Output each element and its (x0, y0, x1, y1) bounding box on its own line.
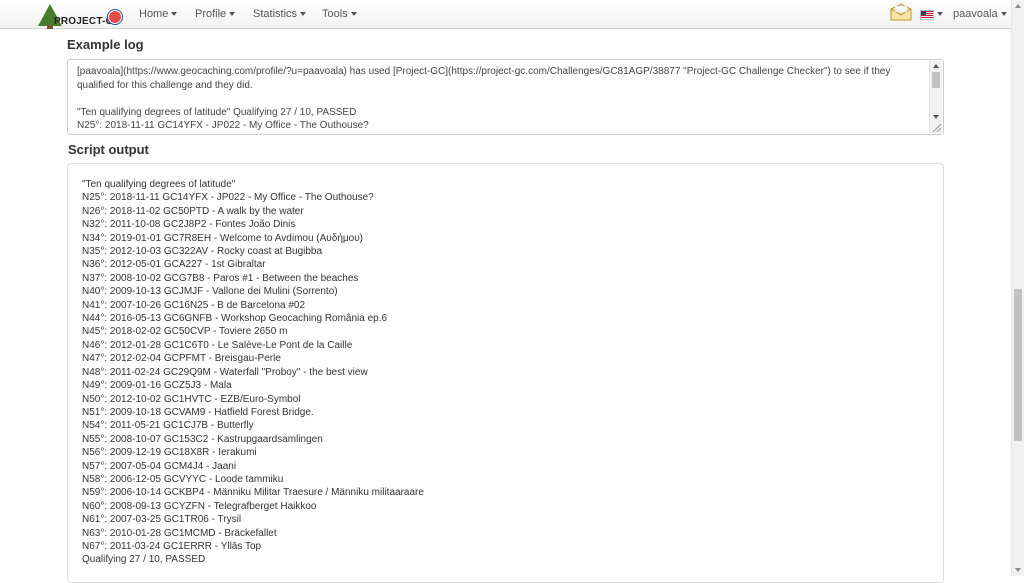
output-line: N44°: 2016-05-13 GC6GNFB - Workshop Geoc… (82, 313, 388, 325)
output-line: N49°: 2009-01-16 GCZ5J3 - Mala (82, 380, 232, 392)
output-line: N54°: 2011-05-21 GC1CJ7B - Butterfly (82, 420, 254, 432)
chevron-down-icon[interactable] (937, 12, 943, 16)
output-line: N35°: 2012-10-03 GC322AV - Rocky coast a… (82, 246, 323, 258)
username: paavoala (953, 8, 998, 20)
output-line: N32°: 2011-10-08 GC2J8P2 - Fontes João D… (82, 219, 296, 231)
output-line: N47°: 2012-02-04 GCPFMT - Breisgau-Perle (82, 353, 281, 365)
nav-tools[interactable]: Tools (322, 8, 357, 20)
santa-icon (108, 10, 122, 24)
scroll-thumb[interactable] (932, 72, 940, 88)
scroll-up-icon[interactable] (933, 64, 939, 68)
output-line: N59°: 2006-10-14 GCKBP4 - Männiku Milita… (82, 487, 424, 499)
output-line: N60°: 2008-09-13 GCYZFN - Telegrafberget… (82, 500, 317, 512)
output-line: N46°: 2012-01-28 GC1C6T0 - Le Salève-Le … (82, 339, 353, 351)
output-line: N67°: 2011-03-24 GC1ERRR - Yllās Top (82, 540, 262, 552)
example-log-textarea[interactable]: [paavoala](https://www.geocaching.com/pr… (67, 59, 944, 135)
nav-tools-label: Tools (322, 8, 348, 20)
project-gc-logo[interactable]: PROJECT-GC (30, 2, 126, 30)
output-line: N57°: 2007-05-04 GCM4J4 - Jaani (82, 460, 237, 472)
resize-grip-icon[interactable] (933, 124, 941, 132)
output-line: N51°: 2009-10-18 GCVAM9 - Hatfield Fores… (82, 406, 314, 418)
output-line: N45°: 2018-02-02 GC50CVP - Toviere 2650 … (82, 326, 288, 338)
mail-icon[interactable] (890, 3, 912, 21)
output-line: N56°: 2009-12-19 GC18X8R - Ierakumi (82, 447, 257, 459)
example-log-heading: Example log (67, 37, 144, 52)
output-line: N50°: 2012-10-02 GC1HVTC - EZB/Euro-Symb… (82, 393, 301, 405)
output-line: N61°: 2007-03-25 GC1TR06 - Trysil (82, 514, 242, 526)
chevron-down-icon (350, 12, 357, 17)
log-scrollbar[interactable] (929, 61, 942, 133)
output-line: N26°: 2018-11-02 GC50PTD - A walk by the… (82, 205, 304, 217)
script-output-heading: Script output (68, 142, 149, 157)
output-line: N58°: 2006-12-05 GCVYYC - Loode tammiku (82, 473, 284, 485)
chevron-down-icon (171, 12, 178, 17)
nav-statistics[interactable]: Statistics (253, 8, 307, 20)
tree-trunk (47, 25, 53, 29)
page-scroll-thumb[interactable] (1014, 289, 1022, 441)
scroll-down-icon[interactable] (1015, 568, 1021, 572)
nav-profile[interactable]: Profile (195, 8, 236, 20)
script-output-lines: "Ten qualifying degrees of latitude" N25°… (82, 178, 424, 567)
example-log-text[interactable]: [paavoala](https://www.geocaching.com/pr… (77, 65, 917, 134)
output-line: N34°: 2019-01-01 GC7R8EH - Welcome to Av… (82, 232, 364, 244)
output-line: "Ten qualifying degrees of latitude" (82, 179, 236, 190)
scroll-down-icon[interactable] (933, 115, 939, 119)
navbar: PROJECT-GC Home Profile Statistics Tools… (0, 0, 1011, 29)
chevron-down-icon (300, 12, 307, 17)
page-scrollbar[interactable] (1011, 0, 1024, 576)
nav-statistics-label: Statistics (253, 8, 298, 20)
nav-profile-label: Profile (195, 8, 227, 20)
output-line: N37°: 2008-10-02 GCG7B8 - Paros #1 - Bet… (82, 272, 359, 284)
output-line: N25°: 2018-11-11 GC14YFX - JP022 - My Of… (82, 192, 374, 204)
script-output-box: "Ten qualifying degrees of latitude" N25°… (67, 163, 944, 583)
chevron-down-icon (1000, 12, 1007, 17)
us-flag-icon[interactable] (920, 10, 934, 20)
nav-home-label: Home (139, 8, 169, 20)
output-line: N36°: 2012-05-01 GCA227 - 1st Gibraltar (82, 259, 266, 271)
output-line: N55°: 2008-10-07 GC153C2 - Kastrupgaards… (82, 433, 323, 445)
chevron-down-icon (229, 12, 236, 17)
output-line: N63°: 2010-01-28 GC1MCMD - Bräckefallet (82, 527, 277, 539)
output-line: N48°: 2011-02-24 GC29Q9M - Waterfall "Pr… (82, 366, 368, 378)
output-line: N41°: 2007-10-26 GC16N25 - B de Barcelon… (82, 299, 306, 311)
output-line: Qualifying 27 / 10, PASSED (82, 554, 206, 566)
output-line: N40°: 2009-10-13 GCJMJF - Vallone dei Mu… (82, 286, 338, 298)
user-menu[interactable]: paavoala (953, 8, 1007, 20)
nav-home[interactable]: Home (139, 8, 178, 20)
scroll-up-icon[interactable] (1015, 4, 1021, 8)
